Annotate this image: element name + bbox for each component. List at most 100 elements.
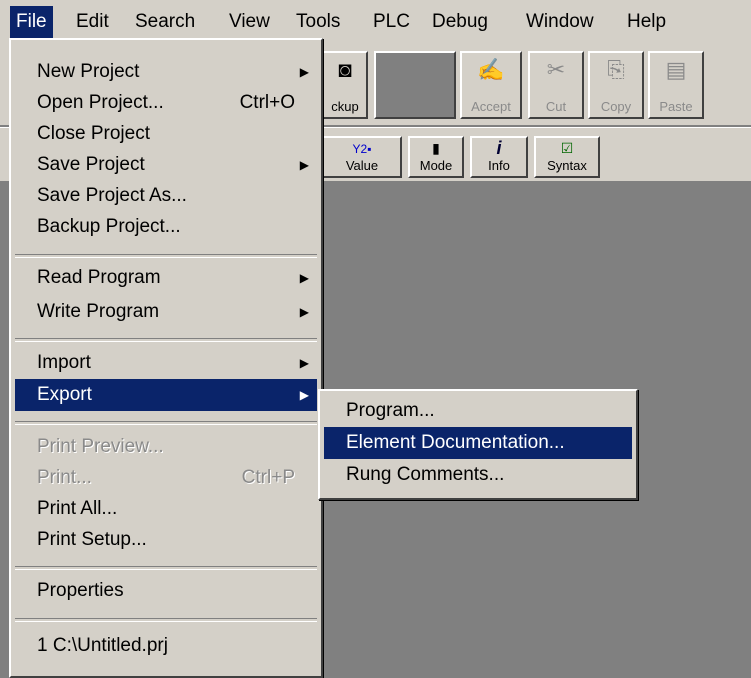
syntax-button[interactable]: ☑ Syntax — [534, 136, 600, 178]
menu-item-print-preview[interactable]: Print Preview... — [15, 431, 317, 463]
menu-item-label: New Project — [37, 61, 140, 82]
mode-button[interactable]: ▮ Mode — [408, 136, 464, 178]
submenu-item-label: Element Documentation... — [346, 432, 565, 453]
info-icon: i — [496, 138, 502, 158]
menu-item-print[interactable]: Print... Ctrl+P — [15, 462, 317, 494]
accept-icon: ✍ — [477, 57, 505, 82]
menu-item-label: Open Project... — [37, 92, 164, 113]
menu-separator — [15, 254, 317, 258]
menu-separator — [15, 618, 317, 622]
submenu-item-label: Rung Comments... — [346, 464, 505, 485]
value-icon: Y2▪ — [352, 142, 372, 156]
menu-item-label: Print... — [37, 467, 92, 488]
blank-button[interactable] — [374, 51, 456, 119]
menu-debug[interactable]: Debug — [426, 6, 494, 38]
file-menu: New Project ▶ Open Project... Ctrl+O Clo… — [9, 38, 323, 678]
syntax-check-icon: ☑ — [560, 140, 574, 156]
menu-view-label: View — [229, 11, 270, 32]
menu-window[interactable]: Window — [520, 6, 600, 38]
menu-item-save-project[interactable]: Save Project ▶ — [15, 149, 317, 181]
menu-item-export[interactable]: Export ▶ — [15, 379, 317, 411]
menu-item-label: Print Preview... — [37, 436, 164, 457]
menu-item-save-project-as[interactable]: Save Project As... — [15, 180, 317, 212]
menu-item-label: 1 C:\Untitled.prj — [37, 635, 168, 656]
menu-file[interactable]: File — [10, 6, 53, 38]
backup-icon: ◙ — [338, 57, 352, 82]
menu-item-backup-project[interactable]: Backup Project... — [15, 211, 317, 243]
shortcut-label: Ctrl+O — [239, 92, 295, 113]
menu-item-label: Save Project As... — [37, 185, 187, 206]
menu-help-label: Help — [627, 11, 667, 32]
menu-item-recent-file[interactable]: 1 C:\Untitled.prj — [15, 630, 317, 662]
submenu-arrow-icon: ▶ — [299, 271, 309, 285]
menu-item-label: Backup Project... — [37, 216, 181, 237]
menu-item-label: Close Project — [37, 123, 150, 144]
shortcut-label: Ctrl+P — [241, 467, 295, 488]
value-button[interactable]: Y2▪ Value — [322, 136, 402, 178]
submenu-item-element-documentation[interactable]: Element Documentation... — [324, 427, 632, 459]
menu-edit[interactable]: Edit — [70, 6, 115, 38]
syntax-button-label: Syntax — [547, 158, 587, 173]
menu-item-open-project[interactable]: Open Project... Ctrl+O — [15, 87, 317, 119]
submenu-item-label: Program... — [346, 400, 435, 421]
menu-search[interactable]: Search — [129, 6, 201, 38]
menu-separator — [15, 566, 317, 570]
submenu-arrow-icon: ▶ — [299, 356, 309, 370]
traffic-light-icon: ▮ — [432, 140, 440, 156]
submenu-item-rung-comments[interactable]: Rung Comments... — [324, 459, 632, 491]
value-button-label: Value — [345, 158, 379, 173]
menu-view[interactable]: View — [223, 6, 276, 38]
menu-item-properties[interactable]: Properties — [15, 575, 317, 607]
cut-button[interactable]: ✂ Cut — [528, 51, 584, 119]
accept-button-label: Accept — [471, 99, 511, 114]
submenu-item-program[interactable]: Program... — [324, 395, 632, 427]
menu-item-label: Print All... — [37, 498, 118, 519]
paste-icon: ▤ — [665, 57, 687, 82]
menu-plc[interactable]: PLC — [367, 6, 416, 38]
menu-search-label: Search — [135, 11, 196, 32]
menu-item-label: Properties — [37, 580, 124, 601]
menu-item-label: Read Program — [37, 267, 161, 288]
menu-item-label: Import — [37, 352, 91, 373]
menu-item-print-setup[interactable]: Print Setup... — [15, 524, 317, 556]
menu-item-label: Write Program — [37, 301, 160, 322]
menu-tools[interactable]: Tools — [290, 6, 346, 38]
menu-item-close-project[interactable]: Close Project — [15, 118, 317, 150]
menu-separator — [15, 421, 317, 425]
menu-edit-label: Edit — [76, 11, 109, 32]
cut-button-label: Cut — [545, 99, 567, 114]
paste-button-label: Paste — [659, 99, 693, 114]
menu-plc-label: PLC — [373, 11, 410, 32]
menu-item-label: Print Setup... — [37, 529, 147, 550]
submenu-arrow-icon: ▶ — [299, 158, 309, 172]
menu-window-label: Window — [526, 11, 594, 32]
mode-button-label: Mode — [419, 158, 453, 173]
info-button-label: Info — [488, 158, 510, 173]
accept-button[interactable]: ✍ Accept — [460, 51, 522, 119]
scissors-icon: ✂ — [546, 57, 566, 82]
menu-item-print-all[interactable]: Print All... — [15, 493, 317, 525]
menu-item-label: Save Project — [37, 154, 145, 175]
export-submenu: Program... Element Documentation... Rung… — [318, 389, 638, 500]
menu-debug-label: Debug — [432, 11, 488, 32]
menu-separator — [15, 338, 317, 342]
menu-file-label: File — [16, 11, 47, 32]
menu-item-label: Export — [37, 384, 92, 405]
menu-tools-label: Tools — [296, 11, 341, 32]
menu-item-import[interactable]: Import ▶ — [15, 347, 317, 379]
menu-item-read-program[interactable]: Read Program ▶ — [15, 262, 317, 294]
submenu-arrow-icon: ▶ — [299, 65, 309, 79]
copy-icon: ⎘ — [607, 57, 625, 82]
menu-item-new-project[interactable]: New Project ▶ — [15, 56, 317, 88]
copy-button-label: Copy — [600, 99, 632, 114]
backup-button-label: ckup — [331, 99, 359, 114]
submenu-arrow-icon: ▶ — [299, 388, 309, 402]
menu-help[interactable]: Help — [621, 6, 672, 38]
backup-button[interactable]: ◙ ckup — [322, 51, 368, 119]
info-button[interactable]: i Info — [470, 136, 528, 178]
submenu-arrow-icon: ▶ — [299, 305, 309, 319]
menu-bar: File Edit Search View Tools PLC Debug Wi… — [0, 0, 751, 41]
paste-button[interactable]: ▤ Paste — [648, 51, 704, 119]
menu-item-write-program[interactable]: Write Program ▶ — [15, 296, 317, 328]
copy-button[interactable]: ⎘ Copy — [588, 51, 644, 119]
